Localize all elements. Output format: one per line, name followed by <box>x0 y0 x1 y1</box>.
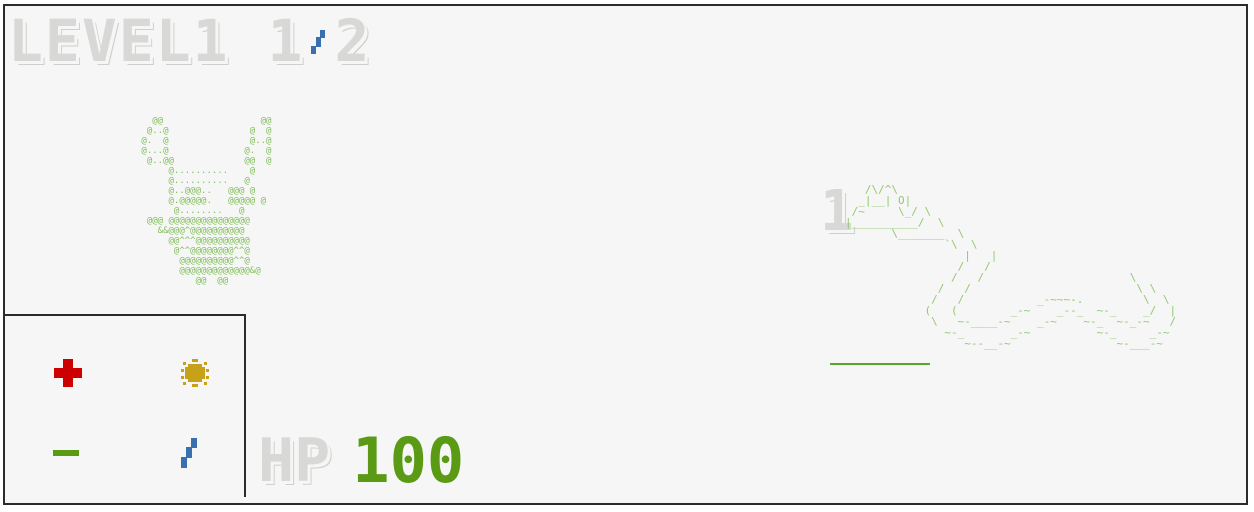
player-hp: HP 100 <box>258 424 465 497</box>
magic-button[interactable] <box>175 353 215 393</box>
enemy-sprite[interactable]: /\/^\ _|__| O| /~ \_/ \ |__________/ \ \… <box>845 184 1176 349</box>
player-sprite: @@ @@ @..@ @ @ @. @ @..@ @...@ @. @ @..@… <box>141 116 272 286</box>
minus-icon <box>53 450 79 456</box>
encounter-total: 2 <box>334 7 372 75</box>
hp-value: 100 <box>352 424 465 497</box>
hp-label: HP <box>258 426 331 496</box>
plus-icon <box>54 359 82 387</box>
heal-button[interactable] <box>48 353 88 393</box>
defend-button[interactable] <box>46 433 86 473</box>
sword-icon <box>181 438 197 468</box>
level-hud: LEVEL1 1 2 <box>8 6 371 76</box>
sword-icon <box>304 11 334 71</box>
attack-button[interactable] <box>169 433 209 473</box>
enemy-hp-bar <box>830 363 930 365</box>
level-label: LEVEL1 <box>8 7 230 75</box>
sun-icon <box>181 359 209 387</box>
action-panel <box>3 314 246 497</box>
encounter-current: 1 <box>267 7 305 75</box>
